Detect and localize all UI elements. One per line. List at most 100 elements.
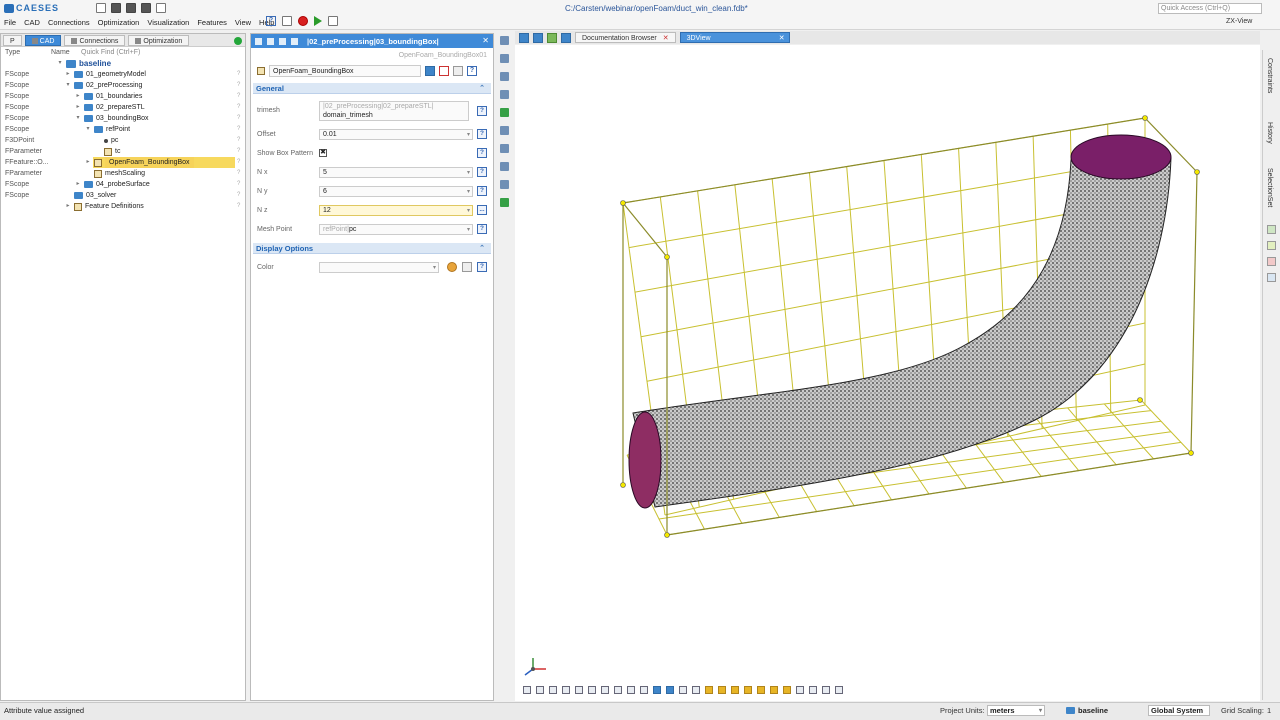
- view-back-icon[interactable]: [718, 686, 726, 694]
- undo-icon[interactable]: [156, 3, 166, 13]
- coordinate-system-select[interactable]: Global System: [1148, 705, 1210, 716]
- expand-icon[interactable]: ▸: [75, 102, 81, 113]
- swatch-blue-icon[interactable]: [1267, 273, 1276, 282]
- trimesh-help-icon[interactable]: ?: [477, 106, 487, 116]
- close-icon[interactable]: ✕: [482, 36, 489, 45]
- mesh-point-help-icon[interactable]: ?: [477, 224, 487, 234]
- tab-p[interactable]: P: [3, 34, 22, 46]
- quick-access-input[interactable]: Quick Access (Ctrl+Q): [1158, 3, 1262, 14]
- box-vertex-point[interactable]: [620, 200, 626, 206]
- color-picker-icon[interactable]: [447, 262, 457, 272]
- render-icon[interactable]: [796, 686, 804, 694]
- box-vertex-point[interactable]: [1188, 450, 1194, 456]
- row-help-icon[interactable]: ?: [237, 69, 240, 80]
- tree-row[interactable]: FScope ▾ refPoint?: [1, 124, 245, 135]
- close-tab-icon[interactable]: ✕: [779, 33, 785, 44]
- tree-root-row[interactable]: ▾ baseline: [1, 58, 245, 69]
- save-as-icon[interactable]: [141, 3, 151, 13]
- dock-constraints[interactable]: Constraints: [1266, 58, 1273, 93]
- curve-icon[interactable]: [499, 72, 509, 81]
- surface-icon[interactable]: [499, 90, 509, 99]
- swatch-lime-icon[interactable]: [1267, 241, 1276, 250]
- collapse-icon[interactable]: ▾: [75, 113, 81, 124]
- expand-icon[interactable]: ▸: [75, 91, 81, 102]
- display-section-header[interactable]: Display Options ⌃: [253, 243, 491, 254]
- tree-row[interactable]: FScope ▾ 02_preProcessing?: [1, 80, 245, 91]
- row-help-icon[interactable]: ?: [237, 113, 240, 124]
- show-box-checkbox[interactable]: ✖: [319, 149, 327, 157]
- new-file-icon[interactable]: [96, 3, 106, 13]
- ny-help-icon[interactable]: ?: [477, 186, 487, 196]
- point-icon[interactable]: [499, 54, 509, 63]
- tab-documentation-browser[interactable]: Documentation Browser ✕: [575, 32, 676, 43]
- tree-row[interactable]: FParameter meshScaling?: [1, 168, 245, 179]
- edit-icon[interactable]: [453, 65, 463, 76]
- expand-icon[interactable]: ▸: [85, 157, 91, 168]
- tab-cad[interactable]: CAD: [24, 34, 62, 46]
- tree-row[interactable]: FScope ▸ 01_boundaries?: [1, 91, 245, 102]
- box-vertex-point[interactable]: [664, 254, 670, 260]
- collapse-icon[interactable]: ▾: [65, 80, 71, 91]
- sphere-icon[interactable]: [575, 686, 583, 694]
- tree-quick-find[interactable]: Quick Find (Ctrl+F): [81, 47, 140, 58]
- lock-icon[interactable]: [679, 686, 687, 694]
- 3d-scene[interactable]: [515, 45, 1260, 675]
- select-icon[interactable]: [499, 36, 509, 45]
- row-help-icon[interactable]: ?: [237, 168, 240, 179]
- collapse-icon[interactable]: ▾: [57, 58, 63, 69]
- nz-field[interactable]: 12 ▾: [319, 205, 473, 216]
- dock-history[interactable]: History: [1266, 122, 1273, 144]
- help-icon[interactable]: ?: [266, 16, 276, 26]
- box-vertex-point[interactable]: [620, 482, 626, 488]
- pin-icon[interactable]: [328, 16, 338, 26]
- menu-file[interactable]: File: [0, 17, 20, 29]
- feature-help-icon[interactable]: ?: [467, 65, 477, 76]
- surface-tool-icon[interactable]: [588, 686, 596, 694]
- pin-icon[interactable]: [255, 37, 262, 45]
- row-help-icon[interactable]: ?: [237, 201, 240, 212]
- menu-connections[interactable]: Connections: [44, 17, 94, 29]
- visibility-icon[interactable]: [425, 65, 435, 76]
- forward-arrow-icon[interactable]: [291, 37, 298, 45]
- copy-icon[interactable]: [282, 16, 292, 26]
- view-top-icon[interactable]: [757, 686, 765, 694]
- fit-view-icon[interactable]: [523, 686, 531, 694]
- row-help-icon[interactable]: ?: [237, 124, 240, 135]
- tree-row[interactable]: FScope ▸ 01_geometryModel?: [1, 69, 245, 80]
- tab-connections[interactable]: Connections: [64, 34, 126, 46]
- view-3d-icon[interactable]: [533, 32, 543, 43]
- center-icon[interactable]: [536, 686, 544, 694]
- brush-icon[interactable]: [601, 686, 609, 694]
- duct-inlet-cap[interactable]: [628, 411, 662, 509]
- color-help-icon[interactable]: ?: [477, 262, 487, 272]
- cube-icon[interactable]: [692, 686, 700, 694]
- view-left-icon[interactable]: [731, 686, 739, 694]
- duct-outlet-cap[interactable]: [1070, 134, 1172, 180]
- dropdown-icon[interactable]: ▾: [1039, 706, 1042, 716]
- view-front-icon[interactable]: [705, 686, 713, 694]
- list-icon[interactable]: [267, 37, 274, 45]
- mesh-icon[interactable]: [499, 126, 509, 135]
- view-right-icon[interactable]: [744, 686, 752, 694]
- grid-icon[interactable]: [627, 686, 635, 694]
- row-help-icon[interactable]: ?: [237, 80, 240, 91]
- general-section-header[interactable]: General ⌃: [253, 83, 491, 94]
- trimesh-field[interactable]: |02_preProcessing|02_prepareSTL| domain_…: [319, 101, 469, 121]
- stop-icon[interactable]: [298, 16, 308, 26]
- current-scope[interactable]: baseline: [1066, 704, 1108, 718]
- nz-more-button[interactable]: ...: [477, 205, 487, 215]
- tree-row[interactable]: FScope ▸ 02_prepareSTL?: [1, 102, 245, 113]
- close-tab-icon[interactable]: ✕: [663, 35, 669, 42]
- color-field[interactable]: ▾: [319, 262, 439, 273]
- tab-3dview[interactable]: 3DView ✕: [679, 32, 790, 44]
- perspective-icon[interactable]: [653, 686, 661, 694]
- collapse-icon[interactable]: ▾: [85, 124, 91, 135]
- row-help-icon[interactable]: ?: [237, 102, 240, 113]
- row-help-icon[interactable]: ?: [237, 91, 240, 102]
- menu-visualization[interactable]: Visualization: [143, 17, 193, 29]
- dropdown-icon[interactable]: ▾: [467, 130, 470, 140]
- tree-row[interactable]: FScope 03_solver?: [1, 190, 245, 201]
- collapse-arrow-icon[interactable]: ⌃: [479, 243, 485, 254]
- 3d-viewport[interactable]: [515, 45, 1260, 701]
- view-2d-icon[interactable]: [547, 32, 557, 43]
